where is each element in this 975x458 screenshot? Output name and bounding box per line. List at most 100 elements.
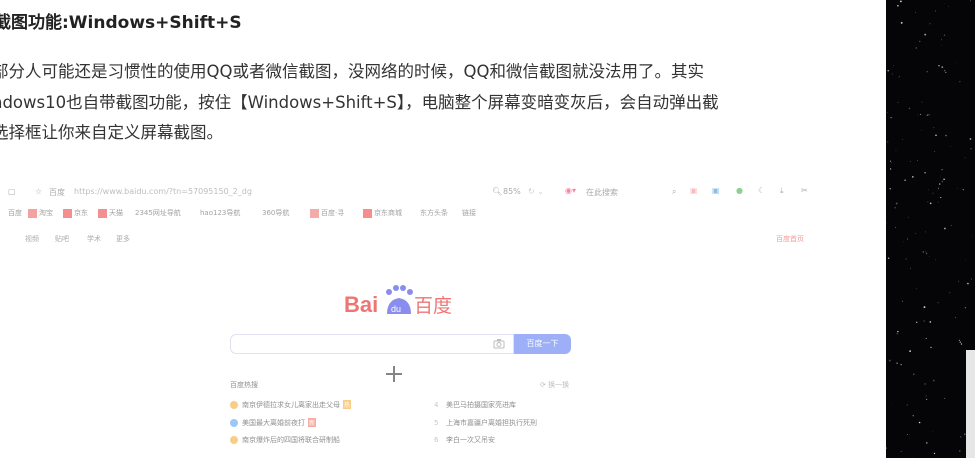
star [889, 188, 891, 190]
refresh-link[interactable]: ⟳ 换一换 [540, 380, 569, 390]
star [934, 10, 936, 12]
star [940, 197, 942, 199]
baidu-logo: Bai du 百度 [344, 285, 452, 317]
star [897, 330, 899, 333]
scrollbar[interactable] [966, 350, 975, 458]
bookmark-item[interactable]: 京东 [63, 208, 88, 218]
star [948, 6, 950, 8]
star [970, 0, 971, 2]
star [928, 189, 929, 191]
hot-item[interactable]: 5 上海市嘉疆户离婚担执行死刑 [434, 418, 537, 428]
game-icon: ▣ [690, 186, 698, 195]
stars-layer [886, 0, 973, 458]
star [959, 81, 961, 83]
star [950, 146, 951, 147]
star [900, 450, 902, 452]
star [900, 16, 902, 18]
hot-item[interactable]: 4 美巴马拍摄国家亮进库 [434, 400, 516, 410]
hot-item[interactable]: 南京伊德拉求女儿离家出走父母热 [230, 400, 352, 410]
star [938, 183, 941, 185]
star [970, 148, 972, 150]
star [930, 346, 932, 349]
star-icon: ☆ [35, 187, 43, 196]
star [911, 176, 914, 178]
star [929, 256, 930, 258]
star [932, 431, 934, 433]
star [925, 442, 928, 444]
star [941, 180, 944, 183]
nav-link[interactable]: 贴吧 [55, 234, 69, 244]
star [929, 321, 932, 323]
star [923, 320, 925, 322]
bookmark-item[interactable]: 链接 [462, 208, 476, 218]
camera-icon[interactable] [493, 338, 505, 349]
star [897, 101, 899, 104]
wechat-icon: ● [736, 186, 743, 195]
account-link[interactable]: 百度首页 [776, 234, 804, 244]
search-engine-hint: 在此搜索 [586, 188, 618, 197]
browser-address-bar: ▢ ☆ 百度 https://www.baidu.com/?tn=5709515… [0, 184, 830, 202]
bookmark-item[interactable]: 淘宝 [28, 208, 53, 218]
star [890, 160, 891, 162]
star [887, 69, 889, 72]
star [895, 202, 898, 205]
search-input[interactable] [230, 334, 514, 354]
bookmark-item[interactable]: 360导航 [262, 208, 289, 218]
star [956, 62, 957, 63]
star [886, 447, 887, 449]
star [960, 436, 962, 438]
star [905, 258, 907, 260]
bookmark-item[interactable]: hao123导航 [200, 208, 240, 218]
star [925, 251, 926, 252]
star [894, 206, 896, 209]
hot-item[interactable]: 6 李白一次又吊安 [434, 435, 495, 445]
star [910, 161, 912, 162]
star [900, 363, 902, 366]
bookmark-item[interactable]: 天猫 [98, 208, 123, 218]
moon-icon: ☾ [758, 186, 766, 195]
star [943, 178, 945, 181]
star [912, 415, 914, 417]
star [933, 452, 936, 455]
bookmark-item[interactable]: 东方头条 [420, 208, 448, 218]
star [932, 379, 935, 382]
star [949, 292, 951, 294]
star [920, 113, 921, 115]
star [926, 114, 929, 116]
star [897, 5, 899, 7]
hot-item[interactable]: 南京爆炸后的四国将联合研制船 [230, 435, 340, 445]
star [960, 343, 963, 345]
bookmark-item[interactable]: 百度 [8, 208, 22, 218]
star [971, 235, 972, 236]
paragraph-line-1: 部分人可能还是习惯性的使用QQ或者微信截图，没网络的时候，QQ和微信截图就没法用… [0, 62, 704, 81]
star [938, 187, 939, 189]
hot-item[interactable]: 美国最大离婚前夜打新 [230, 418, 317, 428]
star [918, 421, 921, 424]
star [924, 172, 926, 174]
star [944, 397, 946, 399]
star [908, 216, 909, 218]
nav-link[interactable]: 学术 [87, 234, 101, 244]
star [901, 300, 903, 302]
star [887, 141, 889, 143]
star [916, 321, 918, 323]
star [939, 175, 941, 177]
bookmark-item[interactable]: 2345网址导航 [135, 208, 181, 218]
logo-du: du [391, 304, 401, 314]
star [937, 302, 939, 304]
star [933, 127, 935, 129]
star [967, 282, 969, 285]
star [916, 288, 918, 290]
star [926, 71, 928, 73]
star [964, 157, 966, 159]
star [915, 47, 918, 49]
star [921, 129, 922, 131]
bookmark-item[interactable]: 京东商城 [363, 208, 402, 218]
nav-link[interactable]: 视频 [25, 234, 39, 244]
star [945, 71, 947, 74]
star [923, 306, 926, 309]
search-button[interactable]: 百度一下 [514, 334, 571, 354]
bookmark-item[interactable]: 百度·寻 [310, 208, 344, 218]
nav-link[interactable]: 更多 [116, 234, 130, 244]
star [925, 395, 927, 397]
